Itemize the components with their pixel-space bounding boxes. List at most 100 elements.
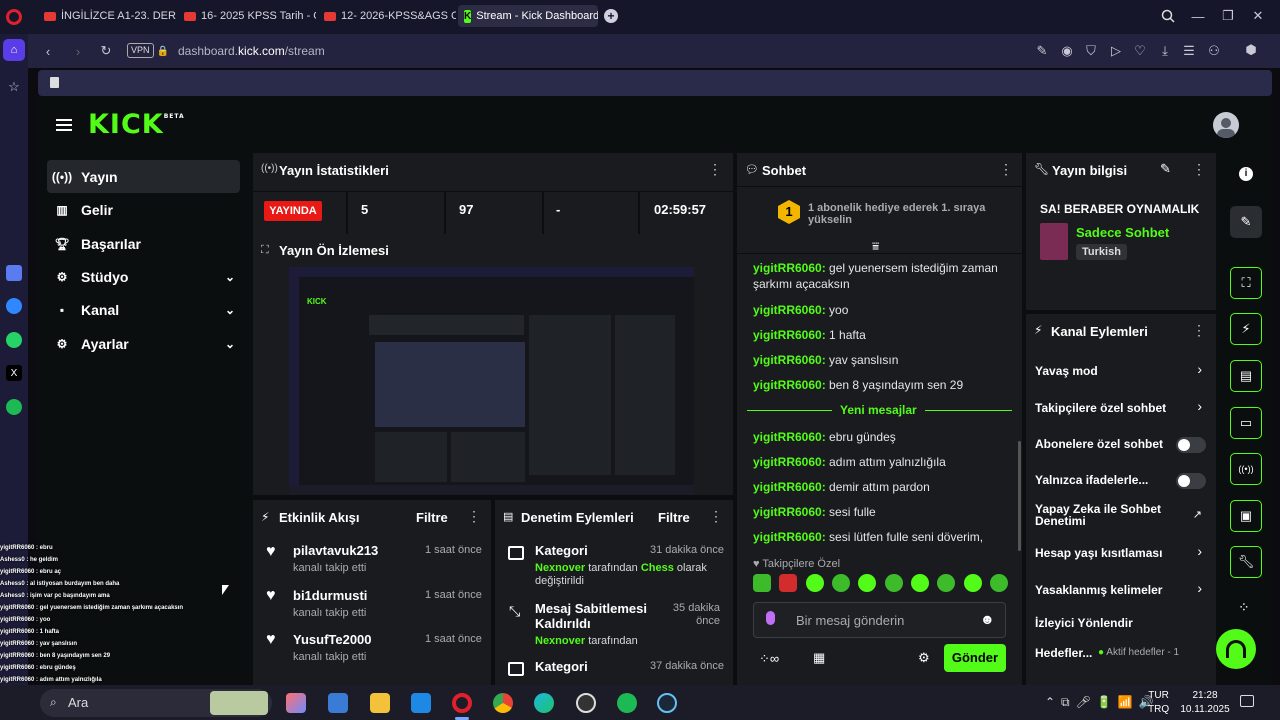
- chat-username[interactable]: yigitRR6060:: [753, 261, 826, 275]
- activity-user[interactable]: pilavtavuk213: [293, 543, 378, 558]
- edge-icon[interactable]: [534, 693, 554, 713]
- emote-icon[interactable]: [963, 574, 982, 592]
- action-raid[interactable]: İzleyici Yönlendir: [1026, 612, 1216, 636]
- menu-icon[interactable]: ☰: [1181, 43, 1197, 59]
- kick-logo[interactable]: KICKBETA: [88, 109, 185, 140]
- emote-icon[interactable]: [910, 574, 929, 592]
- more-icon[interactable]: ⋮: [467, 508, 481, 525]
- nav-item-kanal[interactable]: ▪ Kanal ⌄: [47, 293, 240, 326]
- more-icon[interactable]: ⋮: [1192, 322, 1206, 339]
- edit-icon[interactable]: ✎: [1034, 43, 1050, 59]
- action-ai-moderation[interactable]: Yapay Zeka ile Sohbet Denetimi ↗: [1026, 503, 1216, 535]
- subscribers-only-toggle[interactable]: [1176, 437, 1206, 453]
- action-followers-only[interactable]: Takipçilere özel sohbet ›: [1026, 397, 1216, 421]
- chat-username[interactable]: yigitRR6060:: [753, 303, 826, 317]
- chrome-icon[interactable]: [493, 693, 513, 713]
- emote-icon[interactable]: [989, 574, 1008, 592]
- emote-icon[interactable]: [779, 574, 798, 592]
- camera-icon[interactable]: ◉: [1059, 43, 1075, 59]
- clipboard-icon[interactable]: ▤: [1230, 360, 1262, 392]
- spotify-icon[interactable]: [617, 693, 637, 713]
- star-icon[interactable]: ☆: [5, 78, 23, 96]
- browser-tab[interactable]: İNGİLİZCE A1-23. DERS "A: [38, 5, 176, 27]
- more-icon[interactable]: ⋮: [1192, 161, 1206, 178]
- emote-icon[interactable]: [753, 574, 771, 592]
- clock[interactable]: 21:28 10.11.2025: [1175, 689, 1235, 717]
- moderation-filter-button[interactable]: Filtre: [658, 510, 690, 525]
- emote-icon[interactable]: [937, 574, 956, 592]
- settings-icon[interactable]: ⚙: [918, 650, 930, 666]
- more-icon[interactable]: ⋮: [709, 508, 723, 525]
- opera-icon[interactable]: [452, 693, 472, 713]
- emotes-only-toggle[interactable]: [1176, 473, 1206, 489]
- preview-icon[interactable]: ⛶: [1230, 267, 1262, 299]
- chat-username[interactable]: yigitRR6060:: [753, 530, 826, 544]
- send-button[interactable]: Gönder: [944, 644, 1006, 672]
- nav-item-basarilar[interactable]: 🏆︎ Başarılar: [47, 227, 240, 260]
- restore-icon[interactable]: ❐: [1220, 8, 1236, 24]
- close-icon[interactable]: ✕: [1250, 8, 1266, 24]
- shield-icon[interactable]: ⛉: [1083, 43, 1099, 59]
- microphone-icon[interactable]: [766, 611, 775, 625]
- opera-logo-icon[interactable]: [6, 9, 22, 25]
- chat-username[interactable]: yigitRR6060:: [753, 480, 826, 494]
- copilot-icon[interactable]: [286, 693, 306, 713]
- chat-icon[interactable]: ▭: [1230, 407, 1262, 439]
- activity-user[interactable]: bi1durmusti: [293, 588, 367, 603]
- nav-item-studyo[interactable]: ⚙ Stüdyo ⌄: [47, 260, 240, 293]
- chat-scrollbar[interactable]: [1018, 441, 1021, 551]
- chat-username[interactable]: yigitRR6060:: [753, 328, 826, 342]
- back-icon[interactable]: ‹: [40, 43, 56, 59]
- lightning-icon[interactable]: ⚡︎: [1230, 313, 1262, 345]
- url-text[interactable]: dashboard.kick.com/stream: [178, 44, 325, 58]
- browser-tab[interactable]: 16- 2025 KPSS Tarih - Osm: [178, 5, 316, 27]
- store-icon[interactable]: [328, 693, 348, 713]
- gift-text[interactable]: 1 abonelik hediye ederek 1. sıraya yükse…: [808, 202, 988, 226]
- store-icon[interactable]: ▦: [813, 650, 825, 666]
- reload-icon[interactable]: ↻: [98, 43, 114, 59]
- avatar[interactable]: [1213, 112, 1239, 138]
- chat-username[interactable]: yigitRR6060:: [753, 430, 826, 444]
- chat-username[interactable]: yigitRR6060:: [753, 353, 826, 367]
- forward-icon[interactable]: ›: [70, 43, 86, 59]
- stream-preview-image[interactable]: KICK: [289, 267, 694, 495]
- extensions-icon[interactable]: ⬢: [1242, 41, 1260, 59]
- category-thumbnail[interactable]: [1040, 223, 1068, 260]
- steam-icon[interactable]: [657, 693, 677, 713]
- home-icon[interactable]: ⌂: [3, 39, 25, 61]
- emote-icon[interactable]: [884, 574, 903, 592]
- edit-icon[interactable]: ✎: [1160, 161, 1171, 177]
- lang-indicator[interactable]: TUR TRQ: [1148, 689, 1169, 717]
- search-box[interactable]: ⌕ Ara: [40, 689, 272, 717]
- whatsapp-icon[interactable]: [6, 332, 22, 348]
- folder-icon[interactable]: [370, 693, 390, 713]
- wrench-icon[interactable]: 🔧︎: [1230, 546, 1262, 578]
- info-icon[interactable]: i: [1239, 167, 1253, 181]
- messenger-icon[interactable]: [6, 298, 22, 314]
- chat-username[interactable]: yigitRR6060:: [753, 455, 826, 469]
- chat-input[interactable]: Bir mesaj gönderin ☻: [753, 602, 1006, 638]
- x-icon[interactable]: X: [6, 365, 22, 381]
- activity-filter-button[interactable]: Filtre: [416, 510, 448, 525]
- notification-icon[interactable]: [1240, 695, 1254, 707]
- vscode-icon[interactable]: [411, 693, 431, 713]
- spotify-icon[interactable]: [6, 399, 22, 415]
- minimize-icon[interactable]: —: [1190, 8, 1206, 24]
- profile-icon[interactable]: ⚇: [1206, 43, 1222, 59]
- more-icon[interactable]: ⋮: [708, 161, 722, 178]
- mod-user[interactable]: Nexnover: [535, 562, 585, 574]
- apps-icon[interactable]: ⁘: [1238, 599, 1250, 616]
- layout-icon[interactable]: ▣: [1230, 500, 1262, 532]
- play-icon[interactable]: ▷: [1108, 43, 1124, 59]
- action-goals[interactable]: Hedefler... ● Aktif hedefler - 1: [1026, 642, 1216, 666]
- page-icon[interactable]: [50, 77, 59, 88]
- support-button[interactable]: [1216, 629, 1256, 669]
- chat-username[interactable]: yigitRR6060:: [753, 378, 826, 392]
- action-account-age[interactable]: Hesap yaşı kısıtlaması ›: [1026, 542, 1216, 566]
- browser-tab-active[interactable]: K Stream - Kick Dashboard: [458, 5, 598, 27]
- nav-item-gelir[interactable]: ▥ Gelir: [47, 193, 240, 226]
- browser-tab[interactable]: 12- 2026-KPSS&AGS COĞ: [318, 5, 456, 27]
- kicks-icon[interactable]: ⁘∞: [759, 651, 779, 667]
- emote-icon[interactable]: [805, 574, 824, 592]
- activity-user[interactable]: YusufTe2000: [293, 632, 372, 647]
